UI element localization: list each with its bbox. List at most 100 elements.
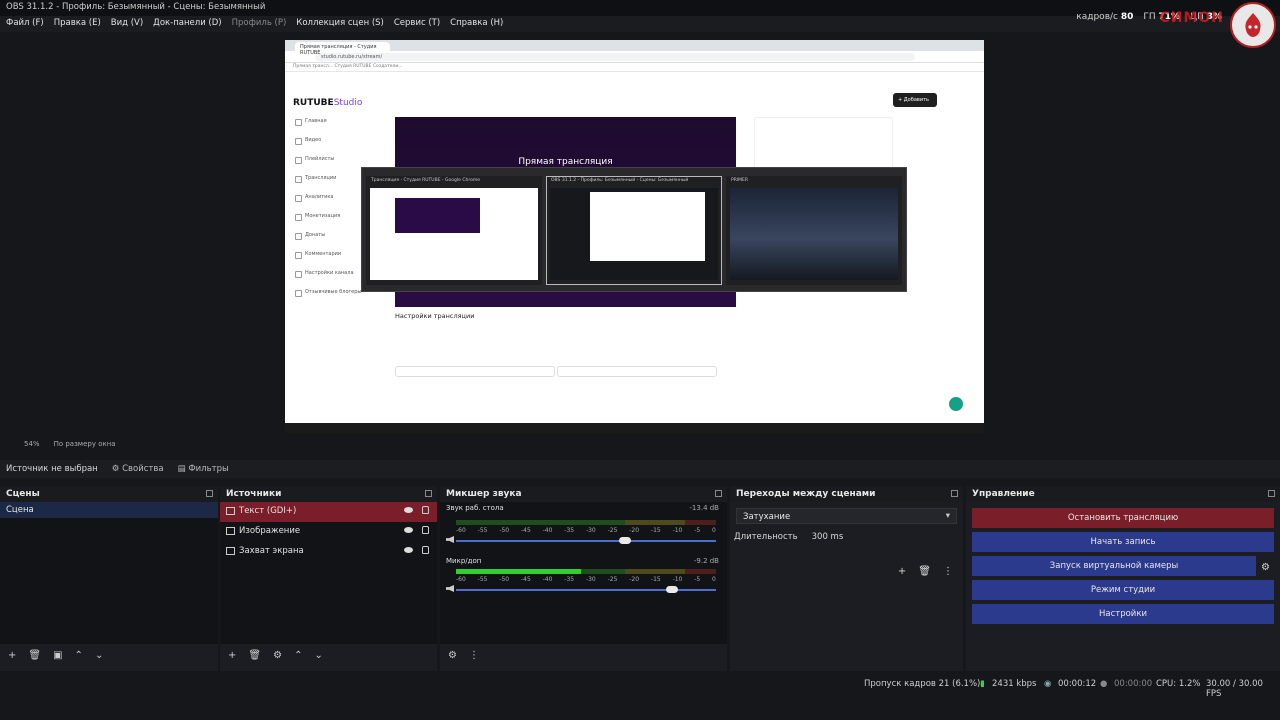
- rutube-stream-key-field: [395, 366, 555, 377]
- stop-stream-button[interactable]: Остановить трансляцию: [972, 508, 1274, 528]
- menu-file[interactable]: Файл (F): [6, 18, 44, 30]
- mixer-channel-mic: Микр/доп -9.2 dB -60 -55 -50 -45 -40 -35 -30 -2…: [440, 555, 727, 608]
- more-options-icon[interactable]: ⋮: [943, 566, 953, 577]
- volume-meter: [456, 520, 716, 525]
- source-item[interactable]: Захват экрана: [220, 542, 437, 562]
- move-up-icon[interactable]: ⌃: [294, 650, 302, 661]
- rutube-nav-item: Настройки канала: [293, 270, 368, 289]
- rutube-nav-item: Видео: [293, 137, 368, 156]
- speaker-icon[interactable]: [446, 536, 454, 543]
- eye-icon[interactable]: [404, 527, 413, 533]
- scenes-list: Сцена: [0, 502, 218, 644]
- virtual-camera-button[interactable]: Запуск виртуальной камеры: [972, 556, 1256, 576]
- fps-stat: кадров/с 80: [1076, 12, 1134, 22]
- menu-tools[interactable]: Сервис (T): [394, 18, 440, 30]
- source-item[interactable]: Изображение: [220, 522, 437, 542]
- lock-icon[interactable]: [422, 506, 429, 514]
- scene-item[interactable]: Сцена: [0, 502, 218, 518]
- transition-select[interactable]: Затухание: [736, 508, 957, 524]
- chrome-thumbnail: [370, 188, 538, 280]
- mixer-channel-desktop: Звук раб. стола -13.4 dB -60 -55 -50 -45 -40…: [440, 502, 727, 555]
- speaker-icon[interactable]: [446, 585, 454, 592]
- switcher-item-game[interactable]: PRIMER: [726, 176, 902, 285]
- menu-scene-collection[interactable]: Коллекция сцен (S): [296, 18, 384, 30]
- brand-watermark: СИМОН: [1159, 10, 1224, 26]
- trash-icon[interactable]: 🗑: [918, 566, 931, 577]
- eye-icon[interactable]: [404, 507, 413, 513]
- lock-icon[interactable]: [422, 526, 429, 534]
- rutube-chat-icon: [949, 397, 963, 411]
- menu-edit[interactable]: Правка (E): [54, 18, 101, 30]
- volume-knob[interactable]: [619, 537, 631, 544]
- undock-icon[interactable]: [951, 490, 958, 497]
- filters-button[interactable]: ▤ Фильтры: [178, 464, 229, 474]
- sources-toolbar: + 🗑 ⚙ ⌃ ⌄: [220, 644, 437, 666]
- start-record-button[interactable]: Начать запись: [972, 532, 1274, 552]
- zoom-level[interactable]: 54%: [24, 440, 40, 452]
- record-icon: ●: [1100, 679, 1108, 689]
- brand-logo-icon: [1230, 2, 1276, 48]
- menu-help[interactable]: Справка (H): [450, 18, 503, 30]
- add-icon[interactable]: +: [8, 650, 16, 661]
- menu-docks[interactable]: Док-панели (D): [153, 18, 221, 30]
- menu-profile[interactable]: Профиль (P): [232, 18, 287, 30]
- lock-icon[interactable]: [422, 546, 429, 554]
- fps-counter: 30.00 / 30.00 FPS: [1206, 679, 1263, 699]
- undock-icon[interactable]: [206, 490, 213, 497]
- undock-icon[interactable]: [425, 490, 432, 497]
- undock-icon[interactable]: [715, 490, 722, 497]
- move-down-icon[interactable]: ⌄: [95, 650, 103, 661]
- channel-db: -13.4 dB: [689, 504, 719, 512]
- transitions-dock-title: Переходы между сценами: [730, 486, 963, 502]
- rutube-nav-item: Аналитика: [293, 194, 368, 213]
- source-item[interactable]: Текст (GDI+): [220, 502, 437, 522]
- properties-button[interactable]: ⚙ Свойства: [112, 464, 164, 474]
- add-icon[interactable]: +: [898, 566, 906, 577]
- undock-icon[interactable]: [1268, 490, 1275, 497]
- trash-icon[interactable]: 🗑: [28, 650, 41, 661]
- volume-knob[interactable]: [665, 586, 678, 593]
- studio-mode-button[interactable]: Режим студии: [972, 580, 1274, 600]
- scenes-dock-title: Сцены: [0, 486, 218, 502]
- rutube-nav-item: Плейлисты: [293, 156, 368, 175]
- image-source-icon: [226, 526, 235, 535]
- meter-ticks: -60 -55 -50 -45 -40 -35 -30 -25 -20 -15 -10 -5 0: [456, 576, 716, 583]
- mixer-settings-icon[interactable]: ⚙: [448, 650, 457, 661]
- eye-icon[interactable]: [404, 547, 413, 553]
- volume-slider[interactable]: [456, 586, 716, 593]
- mixer-toolbar: ⚙ ⋮: [440, 644, 727, 666]
- rutube-nav-item: Комментарии: [293, 251, 368, 270]
- gear-icon[interactable]: ⚙: [273, 650, 282, 661]
- more-options-icon[interactable]: ⋮: [469, 650, 479, 661]
- sources-dock: Источники Текст (GDI+) Изображение Захва…: [220, 486, 437, 671]
- meter-level: [456, 569, 581, 574]
- switcher-item-obs[interactable]: OBS 31.1.2 - Профиль: Безымянный - Сцены…: [546, 176, 722, 285]
- rutube-sidebar: Главная Видео Плейлисты Трансляции Анали…: [293, 118, 368, 308]
- browser-bookmarks: Прямая трансл... Студия RUTUBE Создатели…: [285, 63, 984, 72]
- rutube-nav-item: Монетизация: [293, 213, 368, 232]
- switcher-item-chrome[interactable]: Трансляция - Студия RUTUBE - Google Chro…: [366, 176, 542, 285]
- gear-icon[interactable]: ⚙: [1261, 562, 1270, 573]
- browser-tab-strip: Прямая трансляция - Студия RUTUBE: [285, 40, 984, 56]
- mixer-channels: Звук раб. стола -13.4 dB -60 -55 -50 -45 -40…: [440, 502, 727, 644]
- trash-icon[interactable]: 🗑: [248, 650, 261, 661]
- duration-input[interactable]: 300 ms: [812, 532, 844, 542]
- add-icon[interactable]: +: [228, 650, 236, 661]
- controls-dock-title: Управление: [966, 486, 1280, 502]
- move-down-icon[interactable]: ⌄: [314, 650, 322, 661]
- transition-actions: + 🗑 ⋮: [898, 566, 953, 577]
- meter-ticks: -60 -55 -50 -45 -40 -35 -30 -25 -20 -15 -10 -5 0: [456, 527, 716, 534]
- text-source-icon: [226, 506, 235, 515]
- source-toolbar: Источник не выбран ⚙ Свойства ▤ Фильтры: [0, 460, 1280, 478]
- rutube-nav-item: Отзывчивые блогеры: [293, 289, 368, 308]
- monitor-source-icon: [226, 546, 235, 555]
- rutube-stream-settings: Настройки трансляции: [395, 306, 739, 406]
- zoom-mode-select[interactable]: По размеру окна: [54, 440, 116, 452]
- status-bar: Пропуск кадров 21 (6.1%) ▮ 2431 kbps ◉ 0…: [0, 676, 1280, 699]
- menu-view[interactable]: Вид (V): [111, 18, 143, 30]
- settings-button[interactable]: Настройки: [972, 604, 1274, 624]
- filter-icon[interactable]: ▣: [53, 650, 62, 661]
- volume-slider[interactable]: [456, 537, 716, 544]
- no-source-label: Источник не выбран: [6, 464, 98, 474]
- move-up-icon[interactable]: ⌃: [75, 650, 83, 661]
